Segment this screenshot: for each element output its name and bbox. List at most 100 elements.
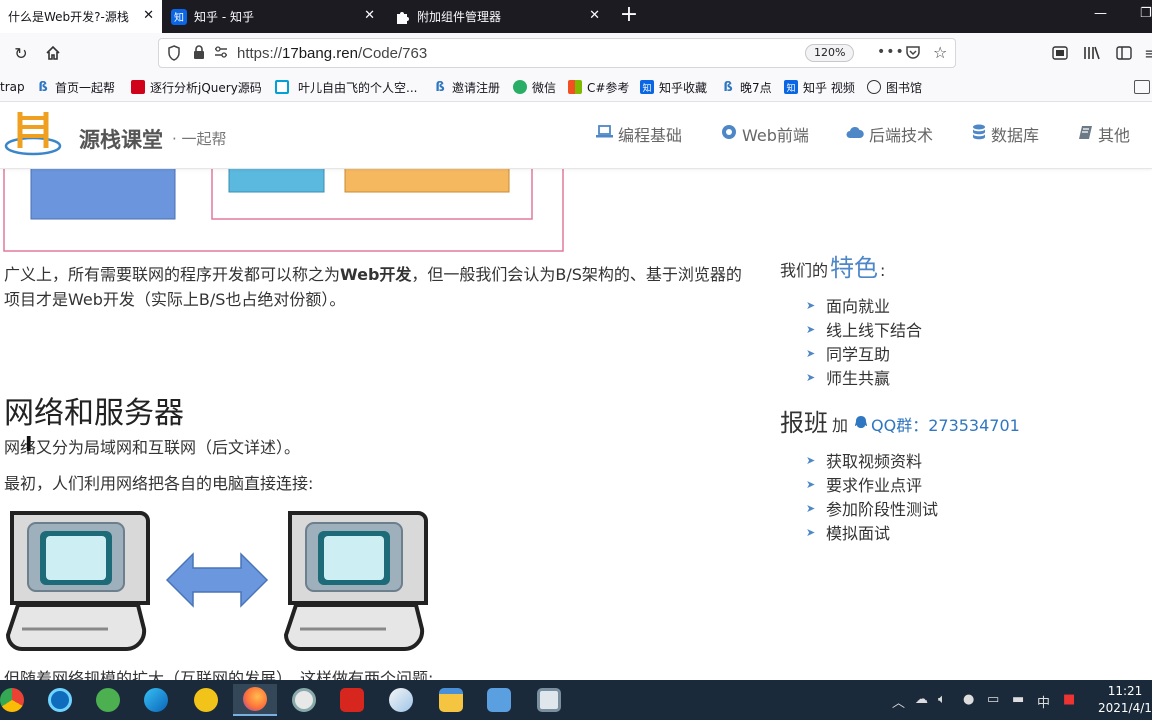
new-tab-button[interactable]: + [617, 4, 641, 28]
paragraph-web-dev-definition: 广义上，所有需要联网的程序开发都可以称之为Web开发，但一般我们会认为B/S架构… [4, 265, 742, 309]
other-bookmarks-folder[interactable] [1134, 79, 1152, 95]
menu-web-frontend[interactable]: Web前端 [721, 122, 809, 146]
menu-database[interactable]: 数据库 [972, 122, 1039, 146]
computers-connected-illustration [5, 511, 428, 652]
taskbar-app-wps[interactable] [330, 684, 374, 716]
zoom-level-badge[interactable]: 120% [805, 44, 855, 62]
list-item: ➤ 参加阶段性测试 [806, 500, 939, 519]
tab-addons[interactable]: 附加组件管理器 ✕ [386, 0, 608, 33]
site-logo-text[interactable]: 源栈课堂 [79, 124, 163, 154]
battery-icon[interactable]: ▬ [1012, 692, 1024, 707]
lock-icon[interactable] [193, 45, 205, 64]
bang-icon: ß [435, 79, 445, 95]
qq-icon[interactable]: ● [963, 692, 974, 707]
close-icon[interactable]: ✕ [364, 9, 375, 23]
menu-programming-basics[interactable]: 编程基础 [596, 122, 682, 146]
site-logo-subtitle: · 一起帮 [172, 130, 227, 148]
list-item: ➤ 获取视频资料 [806, 452, 923, 471]
volume-icon[interactable]: 🔈︎ [938, 692, 946, 707]
minimize-button[interactable]: — [1094, 6, 1107, 21]
sidebar-toggle-icon[interactable] [1113, 42, 1135, 64]
permissions-icon[interactable] [214, 45, 228, 63]
restore-button[interactable]: ❐ [1140, 6, 1152, 21]
menu-other[interactable]: 其他 [1078, 122, 1130, 146]
ladder-logo-icon[interactable] [4, 108, 62, 156]
chevron-right-icon: ➤ [806, 298, 816, 312]
taskbar-app-paint[interactable] [379, 684, 423, 716]
tab-bar: 什么是Web开发?-源栈 ✕ 知 知乎 - 知乎 ✕ 附加组件管理器 ✕ + —… [0, 0, 1152, 33]
menu-icon[interactable]: ≡ [1140, 42, 1152, 64]
bookmark-csharp-reference[interactable]: C#参考 [568, 79, 629, 95]
chevron-right-icon: ➤ [806, 501, 816, 515]
system-clock[interactable]: 11:21 2021/4/14 [1098, 683, 1152, 717]
zhihu-icon: 知 [171, 8, 187, 25]
bookmark-wechat[interactable]: 微信 [513, 79, 556, 95]
taskbar-app-yellow[interactable] [184, 684, 228, 716]
list-item: ➤ 要求作业点评 [806, 476, 923, 495]
paragraph-direct-connect: 最初，人们利用网络把各自的电脑直接连接: [4, 474, 314, 493]
bookmark-library[interactable]: 图书馆 [867, 79, 922, 95]
taskbar-app-avatar[interactable] [282, 684, 326, 716]
sidebar-features-title: 我们的 特色: [780, 254, 886, 282]
cloud-icon [846, 126, 864, 143]
more-actions-icon[interactable]: ••• [877, 44, 905, 60]
chevron-right-icon: ➤ [806, 525, 816, 539]
taskbar-app-monitor[interactable] [527, 684, 571, 716]
section-heading: 网络和服务器 [4, 396, 184, 431]
taskbar-app-edge-dev[interactable] [38, 684, 82, 716]
close-icon[interactable]: ✕ [589, 9, 600, 23]
cloud-icon[interactable]: ☁ [915, 692, 928, 707]
tab-web-dev[interactable]: 什么是Web开发?-源栈 ✕ [0, 0, 162, 33]
bilibili-icon [275, 80, 289, 94]
paragraph-two-problems: 但随着网络规模的扩大（互联网的发展），这样做有两个问题: [4, 669, 434, 680]
bookmark-bilibili-space[interactable]: 叶儿自由飞的个人空... [275, 79, 417, 95]
qq-icon [854, 415, 868, 435]
screenshot-icon[interactable] [1049, 42, 1071, 64]
chevron-up-icon[interactable]: ︿ [892, 692, 905, 711]
navigation-toolbar: ↻ https://17bang.ren/Code/763 120% ••• ☆ [0, 33, 1152, 73]
database-icon [972, 124, 986, 145]
bookmark-zhihu-video[interactable]: 知知乎 视频 [784, 79, 855, 95]
library-icon[interactable] [1081, 42, 1103, 64]
site-header: 源栈课堂 · 一起帮 编程基础 Web前端 后端技术 数据库 其他 [0, 102, 1152, 169]
paragraph-network-types: 网络又分为局域网和互联网（后文详述）。 [4, 438, 301, 457]
taskbar-app-explorer[interactable] [429, 684, 473, 716]
bookmark-zhihu-favorites[interactable]: 知知乎收藏 [640, 79, 707, 95]
taskbar-app-green[interactable] [86, 684, 130, 716]
bookmark-evening-7[interactable]: ß 晚7点 [721, 79, 771, 95]
chevron-right-icon: ➤ [806, 346, 816, 360]
menu-backend[interactable]: 后端技术 [846, 122, 933, 146]
sidebar-benefits-list: ➤ 获取视频资料 ➤ 要求作业点评 ➤ 参加阶段性测试 ➤ 模拟面试 [806, 448, 938, 544]
url-bar[interactable]: https://17bang.ren/Code/763 120% ••• ☆ [158, 38, 956, 68]
taskbar-app-blue[interactable] [477, 684, 521, 716]
tab-title: 什么是Web开发?-源栈 [8, 10, 129, 24]
text-cursor-icon: I [25, 432, 33, 456]
laptop-icon [596, 125, 613, 143]
close-icon[interactable]: ✕ [143, 9, 154, 23]
app-tray-icon[interactable]: ■ [1063, 692, 1075, 707]
taskbar-app-edge[interactable] [134, 684, 178, 716]
bookmark-star-icon[interactable]: ☆ [933, 43, 947, 62]
list-item: ➤ 同学互助 [806, 345, 891, 364]
page-viewport: 源栈课堂 · 一起帮 编程基础 Web前端 后端技术 数据库 其他 广义上，所有… [0, 102, 1152, 680]
diagram-box-orange [344, 169, 510, 193]
bookmark-jquery-source[interactable]: 逐行分析jQuery源码 [131, 79, 262, 95]
taskbar-app-firefox[interactable] [233, 684, 277, 716]
ime-indicator[interactable]: 中 [1037, 692, 1050, 711]
bookmark-trap[interactable]: trap [0, 79, 25, 95]
home-icon[interactable] [42, 42, 64, 64]
tab-title: 知乎 - 知乎 [194, 10, 254, 24]
computer-left-icon [5, 511, 150, 652]
pocket-icon[interactable] [905, 45, 921, 64]
taskbar-app-chrome[interactable] [0, 684, 34, 716]
qq-group-link[interactable]: QQ群：273534701 [871, 412, 1020, 436]
shield-icon[interactable] [167, 45, 181, 65]
bang-icon: ß [723, 79, 733, 95]
network-icon[interactable]: ▭ [987, 692, 999, 707]
list-item: ➤ 模拟面试 [806, 524, 891, 543]
bookmark-home-17bang[interactable]: ß 首页一起帮 [36, 79, 115, 95]
tab-zhihu[interactable]: 知 知乎 - 知乎 ✕ [163, 0, 383, 33]
bookmark-invite-register[interactable]: ß 邀请注册 [433, 79, 500, 95]
url-text[interactable]: https://17bang.ren/Code/763 [237, 45, 427, 62]
reload-icon[interactable]: ↻ [10, 42, 32, 64]
